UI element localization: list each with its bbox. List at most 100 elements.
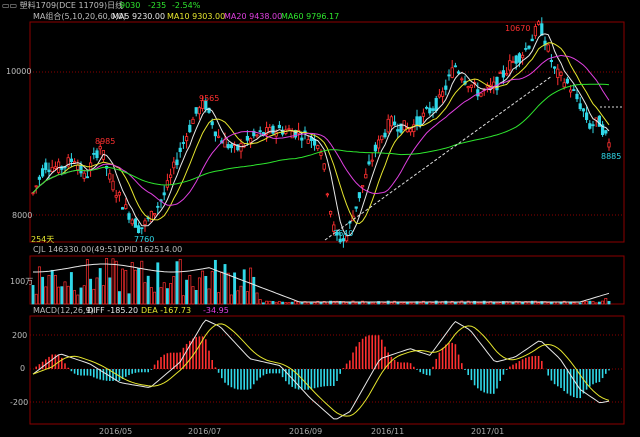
volume-bar <box>277 301 281 305</box>
volume-bar <box>73 290 77 305</box>
candle-body <box>354 206 358 209</box>
candle-body <box>229 144 233 149</box>
candle-body <box>287 128 291 131</box>
candle-body <box>424 106 429 109</box>
volume-bar <box>236 290 240 305</box>
candle-body <box>376 139 381 149</box>
candle-body <box>181 142 185 144</box>
chart-window[interactable]: ▭▭ 塑料1709(DCE 11709)日线 9030 -235 -2.54% … <box>0 0 640 437</box>
candle-body <box>396 129 400 132</box>
volume-bar <box>159 287 163 305</box>
candle-body <box>553 66 557 69</box>
candle-body <box>178 147 182 152</box>
chart-icon: ▭▭ <box>2 1 18 10</box>
volume-bar <box>98 268 102 305</box>
candle-body <box>364 173 368 179</box>
candle-body <box>50 166 54 172</box>
candle-body <box>508 60 512 71</box>
opid-value: 162514.00 <box>139 245 183 254</box>
candle-body <box>271 125 275 134</box>
candle-body <box>130 219 134 225</box>
candle-body <box>469 84 474 88</box>
candle-body <box>156 205 160 208</box>
volume-bar <box>351 300 355 305</box>
candle-body <box>437 94 442 98</box>
volume-bar <box>229 294 233 305</box>
candle-body <box>76 164 80 171</box>
macd-dea-value: DEA -167.73 <box>141 306 192 315</box>
candle-body <box>172 161 176 169</box>
annotation-low-7760: 7760 <box>134 235 155 244</box>
candle-body <box>258 130 262 133</box>
volume-bar <box>588 300 592 305</box>
volume-bar <box>197 277 201 305</box>
candle-body <box>300 137 304 141</box>
volume-bar <box>223 264 227 305</box>
volume-bar <box>172 276 176 305</box>
volume-bar <box>537 302 541 305</box>
candle-body <box>226 144 230 149</box>
opid-label: OPID <box>118 245 138 254</box>
volume-bar <box>274 301 278 305</box>
candle-body <box>585 112 589 120</box>
volume-bar <box>271 301 275 305</box>
x-axis-label-2016-05: 2016/05 <box>99 427 133 436</box>
volume-bar <box>85 259 89 305</box>
volume-bar <box>498 302 502 305</box>
volume-bar <box>479 302 483 305</box>
volume-bar <box>41 276 45 305</box>
volume-bar <box>79 287 83 305</box>
volume-bar <box>399 302 403 305</box>
candle-body <box>415 116 419 126</box>
candle-body <box>546 44 550 52</box>
volume-bar <box>95 277 99 305</box>
candle-body <box>175 159 179 166</box>
candle-body <box>140 227 144 230</box>
volume-bar <box>396 302 400 305</box>
volume-bar <box>601 300 605 305</box>
volume-bar <box>53 274 57 305</box>
price-axis-8000: 8000 <box>12 211 33 220</box>
candle-body <box>216 135 221 138</box>
candle-body <box>444 85 448 90</box>
volume-bar <box>434 300 438 305</box>
volume-axis-label: 100万 <box>10 277 34 286</box>
volume-bar <box>521 302 525 305</box>
candle-body <box>124 204 128 209</box>
volume-bar <box>309 302 313 305</box>
candle-body <box>338 238 342 243</box>
volume-bar <box>169 283 173 305</box>
candle-body <box>383 132 387 138</box>
volume-bar <box>191 286 195 305</box>
candle-body <box>370 159 374 162</box>
annotation-last-8885: 8885 <box>601 152 622 161</box>
volume-bar <box>485 302 489 305</box>
candle-body <box>85 176 89 179</box>
volume-bar <box>143 282 147 305</box>
volume-bar <box>101 285 105 305</box>
candle-body <box>607 142 611 148</box>
candle-body <box>581 108 586 112</box>
macd-axis-neg200: -200 <box>10 398 29 407</box>
volume-label: CJL <box>33 245 46 254</box>
volume-bar <box>300 302 304 305</box>
volume-bar <box>412 301 416 305</box>
candle-body <box>188 124 192 133</box>
annotation-high-10670: 10670 <box>505 24 531 33</box>
candle-body <box>511 61 515 63</box>
volume-bar <box>549 302 553 305</box>
kline-chart[interactable] <box>0 0 640 437</box>
candle-body <box>197 107 201 115</box>
candle-body <box>498 72 502 75</box>
candle-body <box>392 121 397 126</box>
candle-body <box>434 98 438 112</box>
candle-body <box>562 82 566 88</box>
volume-bar <box>153 291 157 305</box>
candle-body <box>239 143 243 152</box>
volume-bar <box>431 302 435 305</box>
volume-bar <box>204 275 208 305</box>
candle-body <box>82 172 86 179</box>
candle-body <box>431 108 435 111</box>
volume-bar <box>188 275 192 305</box>
ma5-value: MA5 9230.00 <box>112 12 166 21</box>
